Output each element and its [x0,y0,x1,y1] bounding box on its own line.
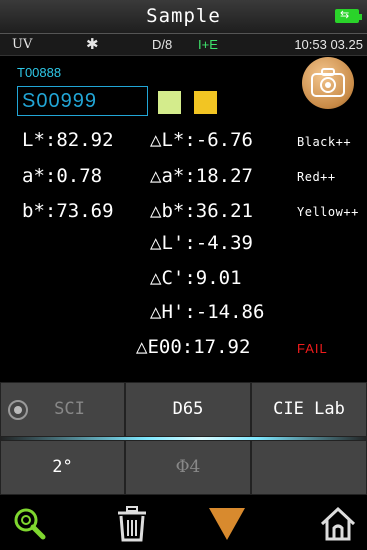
bluetooth-icon: ✱ [86,36,99,53]
uv-indicator: UV [12,37,33,52]
page-title: Sample [146,5,221,27]
camera-icon [311,68,345,97]
geometry-indicator: D/8 [152,37,173,52]
trash-icon [118,506,146,542]
battery-icon: ⇆ [335,8,362,23]
empty-setting-cell [251,440,367,495]
bottom-toolbar [0,496,367,550]
home-button[interactable] [318,504,367,544]
l-value: L*:82.92 [22,129,114,151]
measure-mode-label: SCI [54,399,85,419]
sample-id-field[interactable]: S00999 [17,86,148,116]
delete-button[interactable] [112,504,162,544]
search-button[interactable] [10,504,60,544]
delta-e00-value: △E00:17.92 [136,336,251,358]
lightness-note: Black++ [297,135,352,149]
title-bar: Sample ⇆ [0,0,367,34]
down-button[interactable] [205,504,255,544]
result-status: FAIL [297,341,328,356]
search-icon [14,508,46,540]
settings-grid: SCI D65 CIE Lab 2° Φ4 [0,382,367,496]
delta-l-prime-value: △L':-4.39 [150,232,253,254]
red-green-note: Red++ [297,170,336,184]
delta-c-prime-value: △C':9.01 [150,267,242,289]
observer-button[interactable]: 2° [0,440,125,495]
status-bar: UV ✱ D/8 I+E 10:53 03.25 [0,34,367,56]
delta-a-value: △a*:18.27 [150,165,253,187]
color-space-button[interactable]: CIE Lab [251,382,367,437]
a-value: a*:0.78 [22,165,103,187]
sample-id: S00999 [22,90,97,112]
color-space-label: CIE Lab [273,399,345,419]
camera-button[interactable] [302,57,354,109]
standard-color-swatch [158,91,181,114]
illuminant-label: D65 [172,399,204,419]
delta-l-value: △L*:-6.76 [150,129,253,151]
sample-color-swatch [194,91,217,114]
measure-mode-button[interactable]: SCI [0,382,125,437]
aperture-label: Φ4 [175,457,201,477]
b-value: b*:73.69 [22,200,114,222]
down-arrow-icon [209,508,245,540]
standard-id: T00888 [17,65,62,80]
measurement-screen: Sample ⇆ UV ✱ D/8 I+E 10:53 03.25 T00888… [0,0,367,550]
clock: 10:53 03.25 [294,37,363,52]
home-icon [320,506,356,541]
delta-h-prime-value: △H':-14.86 [150,301,265,323]
aperture-button[interactable]: Φ4 [125,440,251,495]
delta-b-value: △b*:36.21 [150,200,253,222]
observer-label: 2° [52,457,73,477]
mode-indicator: I+E [198,37,218,52]
illuminant-button[interactable]: D65 [125,382,251,437]
yellow-blue-note: Yellow++ [297,205,359,219]
